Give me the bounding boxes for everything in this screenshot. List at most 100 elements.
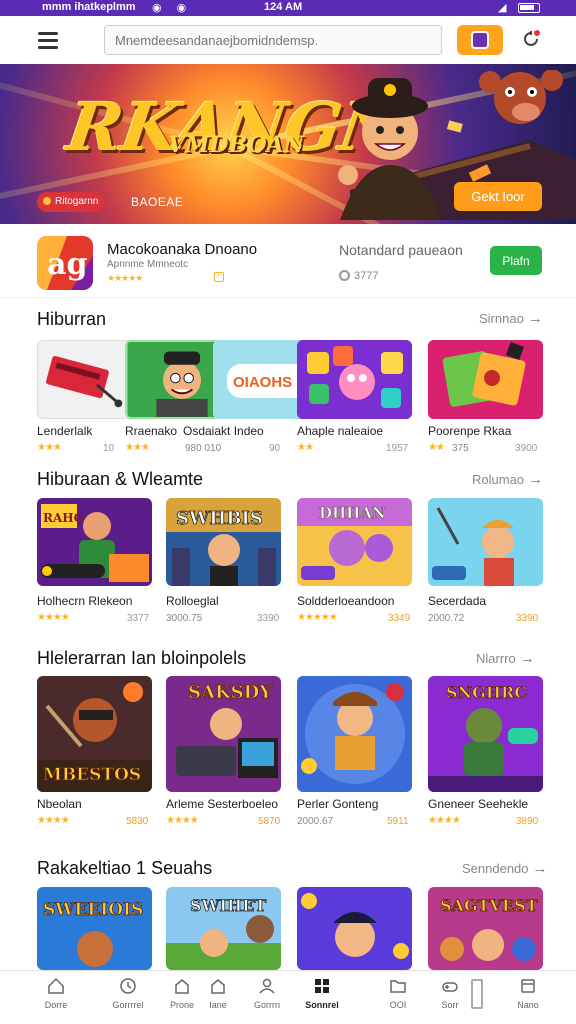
game-tile[interactable]: SWEEIOIS [37,887,152,970]
section-title: Hlelerarran Ian bloinpolels [37,648,247,668]
nav-item-active[interactable]: Sonnrel [292,975,352,1010]
game-rating: ★★★★★ [297,612,338,623]
app-rating: ★★ [428,442,445,453]
folder-icon [390,980,406,993]
badge-icon: + [214,272,224,282]
game-name: Nbeolan [37,797,82,811]
app-rating: ★★★ [125,442,150,453]
nav-label: Sonnrel [305,1000,339,1010]
app-name: Osdaiakt Indeo [183,424,264,438]
app-name: Lenderlalk [37,424,93,438]
search-input[interactable] [104,25,442,55]
nav-label: OOI [389,1000,407,1010]
hamburger-icon[interactable] [38,32,58,49]
game-tile[interactable]: SWHBIS [166,498,281,586]
game-count: 3890 [516,816,539,827]
nav-label: Nano [517,1000,539,1010]
game-name: Perler Gonteng [297,797,379,811]
app-count: 3900 [515,443,538,454]
nav-label: Gorrrn [253,1000,280,1010]
section-title: Hiburran [37,309,107,329]
game-tile[interactable]: DHHAN [297,498,412,586]
user-icon [259,978,275,994]
svg-text:SAKSDY: SAKSDY [188,682,273,703]
game-tile[interactable] [297,676,412,792]
game-tile[interactable] [428,498,543,586]
bell-icon[interactable] [520,28,542,50]
nav-label: Sorr [441,1000,459,1010]
game-tile[interactable] [297,887,412,970]
section-title: Rakakeltiao 1 Seuahs [37,858,213,878]
tag-icon [43,197,51,205]
game-tile[interactable]: SAKSDY [166,676,281,792]
app-name: Ahaple naleaioe [297,424,384,438]
arrow-right-icon: → [532,860,548,877]
banner-caption: BAOEAE [131,195,184,209]
featured-secondary-title: Notandard paueaon [339,242,463,258]
game-count: 3377 [127,613,150,624]
app-name: Poorenpe Rkaa [428,424,512,438]
nav-item[interactable]: OOI [368,975,428,1010]
nav-item[interactable]: Gorrrn [237,975,297,1010]
game-tile[interactable]: SAGTVEST [428,887,543,970]
featured-app-row[interactable]: ag Macokoanaka Dnoano Apnnme Mmneotc ★★★… [0,224,576,298]
search-button[interactable] [457,25,503,55]
game-tile[interactable]: SNGHRC [428,676,543,792]
gamepad-icon [442,982,458,992]
featured-secondary-meta: 3777 [339,270,378,282]
game-count: 5870 [258,816,281,827]
game-name: Holhecrn Rlekeon [37,594,133,608]
install-button[interactable]: Plafn [490,246,542,275]
app-meta: 980 010 [185,443,222,454]
game-tile[interactable]: RAHG [37,498,152,586]
game-meta: 2000.67 [297,816,334,827]
game-tile[interactable]: SWIHET [166,887,281,970]
banner-subtitle: VMDBOAN [168,132,304,158]
game-count: 5911 [387,816,409,827]
square-icon [521,979,535,993]
house-icon [211,979,225,994]
game-name: Soldderloeandoon [297,594,395,608]
see-more-link[interactable]: Nlarrro → [476,650,535,667]
banner-tag[interactable]: Ritogarnn [37,192,105,212]
app-tile[interactable] [297,340,412,419]
game-tile[interactable]: MBESTOS [37,676,152,792]
app-meta: 375 [452,443,469,454]
game-count: 5830 [126,816,149,827]
signal-icon: ◢ [498,2,507,14]
banner-cta-button[interactable]: Gekt Ioor [454,182,542,211]
game-name: Secerdada [428,594,487,608]
game-count: 3390 [257,613,280,624]
featured-app-name: Macokoanaka Dnoano [107,241,258,258]
status-bar: mmm ihatkeplmm ◉ ◉ 124 AM ◢ [0,0,576,16]
top-bar [0,16,576,64]
grid-icon [315,979,329,993]
game-name: Arleme Sesterboeleo [166,797,279,811]
see-more-link[interactable]: Rolumao → [472,471,543,488]
app-count: 10 [103,443,115,454]
clock-icon [120,978,136,994]
see-more-link[interactable]: Senndendo → [462,860,548,877]
featured-app-subtitle: Apnnme Mmneotc [107,259,189,270]
svg-text:DHHAN: DHHAN [319,504,386,522]
svg-text:SWIHET: SWIHET [190,896,266,915]
svg-text:SAGTVEST: SAGTVEST [440,896,538,915]
app-count: 90 [269,443,281,454]
nav-item[interactable]: Gorrrrel [98,975,158,1010]
game-count: 3390 [516,613,539,624]
scroll-indicator [471,979,483,1009]
game-meta: 2000.72 [428,613,465,624]
nav-label: Dorre [44,1000,68,1010]
see-more-link[interactable]: Sirnnao → [479,310,543,327]
nav-item[interactable]: Nano [498,975,558,1010]
nav-item[interactable]: Dorre [26,975,86,1010]
arrow-right-icon: → [519,650,535,667]
home-icon [48,977,64,994]
section-title: Hiburaan & Wleamte [37,469,204,489]
bottom-navigation: Dorre Gorrrrel Prone Iane Gorrrn Sonnrel… [0,970,576,1024]
banner-tag-label: Ritogarnn [55,196,99,207]
game-name: Gneneer Seehekle [428,797,529,811]
featured-app-icon: ag [37,236,93,290]
status-icons: ◉ ◉ [152,2,193,14]
app-tile[interactable] [428,340,543,419]
